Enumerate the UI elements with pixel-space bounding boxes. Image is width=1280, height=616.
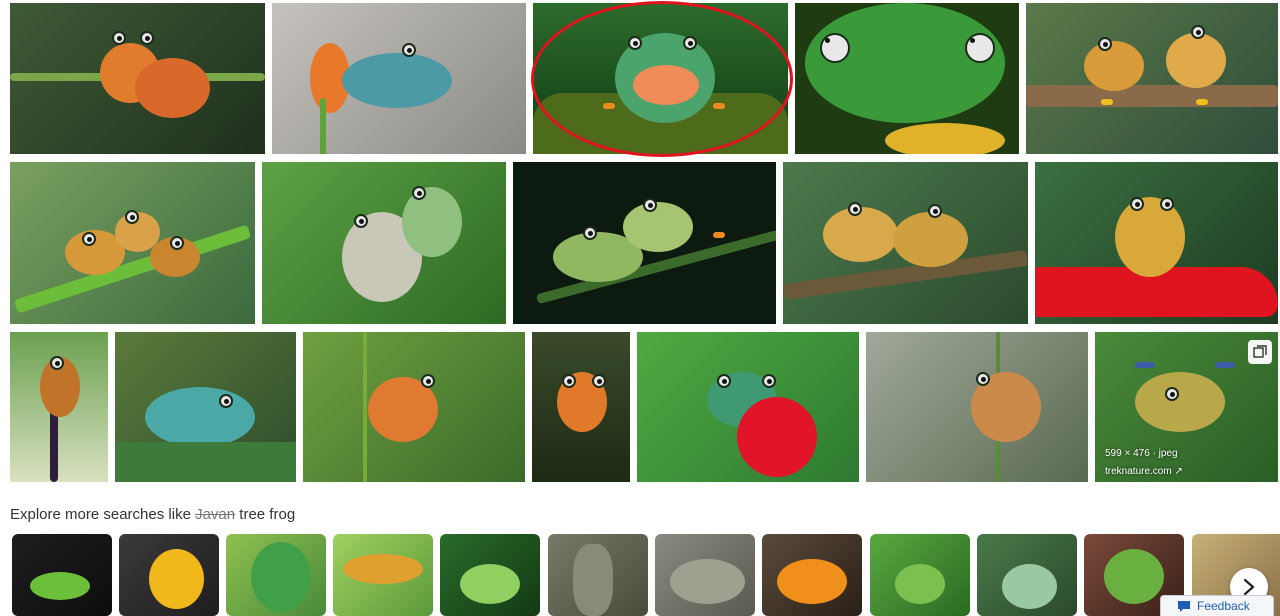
image-result[interactable] <box>1035 162 1278 324</box>
image-source[interactable]: treknature.com ↗ <box>1105 463 1183 481</box>
image-dimensions: 599 × 476 · jpeg <box>1105 448 1178 459</box>
image-result[interactable] <box>532 332 630 482</box>
image-result[interactable] <box>533 3 788 154</box>
image-result[interactable] <box>1026 3 1278 154</box>
chevron-right-icon <box>1243 578 1255 596</box>
expand-icon <box>1253 345 1267 358</box>
related-search-thumb[interactable] <box>977 534 1077 616</box>
image-result[interactable] <box>262 162 506 324</box>
explore-more-heading: Explore more searches like Javan tree fr… <box>10 506 296 523</box>
related-search-thumb[interactable] <box>12 534 112 616</box>
image-result[interactable] <box>513 162 776 324</box>
image-result[interactable] <box>795 3 1019 154</box>
related-search-thumb[interactable] <box>762 534 862 616</box>
related-search-thumb[interactable] <box>226 534 326 616</box>
scroll-edge-marker <box>0 80 4 380</box>
image-result[interactable] <box>10 162 255 324</box>
feedback-label: Feedback <box>1197 599 1250 613</box>
chat-icon <box>1178 600 1190 612</box>
image-result[interactable] <box>866 332 1088 482</box>
related-search-thumb[interactable] <box>548 534 648 616</box>
image-result[interactable] <box>783 162 1028 324</box>
image-meta-overlay: 599 × 476 · jpeg treknature.com ↗ <box>1105 445 1183 481</box>
image-result[interactable] <box>10 3 265 154</box>
feedback-button[interactable]: Feedback <box>1160 595 1274 616</box>
related-search-thumb[interactable] <box>655 534 755 616</box>
image-result[interactable] <box>115 332 296 482</box>
related-search-thumb[interactable] <box>119 534 219 616</box>
expand-button[interactable] <box>1248 340 1272 364</box>
related-search-thumb[interactable] <box>870 534 970 616</box>
external-link-icon: ↗ <box>1174 466 1183 477</box>
image-result[interactable] <box>272 3 526 154</box>
related-search-thumb[interactable] <box>333 534 433 616</box>
image-result[interactable] <box>303 332 525 482</box>
image-result[interactable] <box>10 332 108 482</box>
image-result[interactable] <box>637 332 859 482</box>
related-search-thumb[interactable] <box>440 534 540 616</box>
